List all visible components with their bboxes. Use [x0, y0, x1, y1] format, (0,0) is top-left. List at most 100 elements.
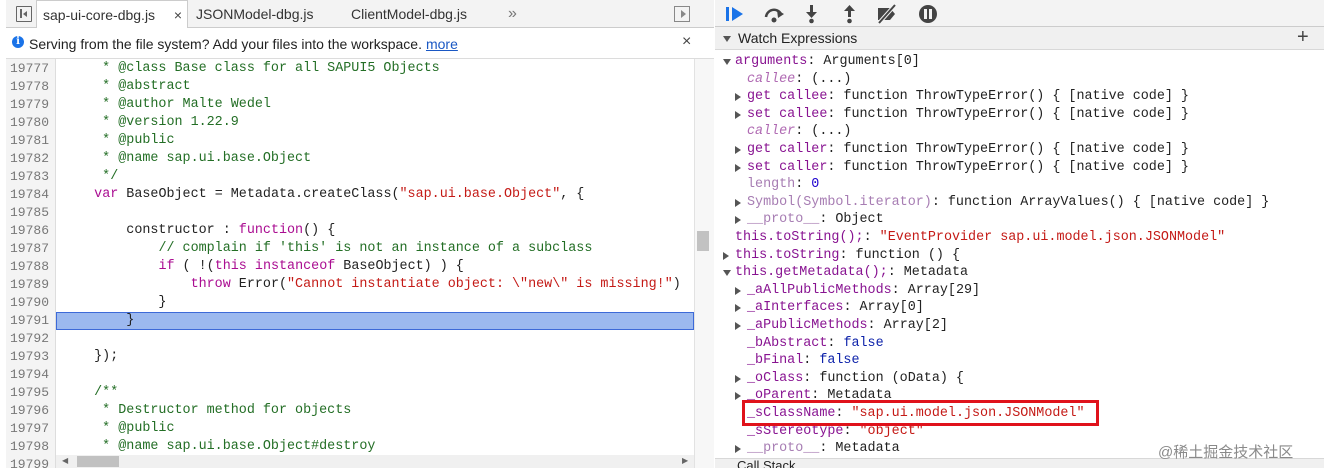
collapsed-triangle-icon[interactable]	[735, 110, 741, 119]
step-into-icon[interactable]	[804, 4, 820, 24]
pause-on-exceptions-icon[interactable]	[918, 4, 938, 24]
code-line[interactable]: 19784 var BaseObject = Metadata.createCl…	[6, 186, 694, 204]
line-number[interactable]: 19791	[10, 312, 58, 330]
code-line[interactable]: 19777 * @class Base class for all SAPUI5…	[6, 60, 694, 78]
code-line[interactable]: 19797 * @public	[6, 420, 694, 438]
watch-tree-item[interactable]: _oClass: function (oData) {	[715, 370, 1324, 388]
collapsed-triangle-icon[interactable]	[735, 392, 741, 401]
collapsed-triangle-icon[interactable]	[735, 286, 741, 295]
watch-tree-item[interactable]: _aPublicMethods: Array[2]	[715, 317, 1324, 335]
resume-icon[interactable]	[725, 5, 747, 23]
horizontal-scroll-thumb[interactable]	[77, 456, 119, 467]
watch-tree-item[interactable]: caller: (...)	[715, 123, 1324, 141]
line-number[interactable]: 19781	[10, 132, 58, 150]
code-line[interactable]: 19782 * @name sap.ui.base.Object	[6, 150, 694, 168]
code-line[interactable]: 19796 * Destructor method for objects	[6, 402, 694, 420]
line-number[interactable]: 19797	[10, 420, 58, 438]
line-number[interactable]: 19783	[10, 168, 58, 186]
code-line[interactable]: 19785	[6, 204, 694, 222]
collapse-triangle-icon[interactable]	[723, 36, 731, 42]
line-number[interactable]: 19794	[10, 366, 58, 384]
collapsed-triangle-icon[interactable]	[735, 374, 741, 383]
collapsed-triangle-icon[interactable]	[735, 216, 741, 225]
code-line[interactable]: 19783 */	[6, 168, 694, 186]
line-number[interactable]: 19777	[10, 60, 58, 78]
line-number[interactable]: 19793	[10, 348, 58, 366]
tab-jsonmodel-dbg[interactable]: JSONModel-dbg.js	[196, 0, 314, 28]
line-number[interactable]: 19787	[10, 240, 58, 258]
close-icon[interactable]: ×	[682, 33, 691, 51]
line-number[interactable]: 19784	[10, 186, 58, 204]
code-line[interactable]: 19786 constructor : function() {	[6, 222, 694, 240]
more-link[interactable]: more	[426, 36, 458, 52]
scroll-left-icon[interactable]: ◀	[62, 456, 68, 465]
watch-tree-item[interactable]: _aAllPublicMethods: Array[29]	[715, 282, 1324, 300]
watch-tree-item[interactable]: set callee: function ThrowTypeError() { …	[715, 106, 1324, 124]
watch-tree-item[interactable]: _aInterfaces: Array[0]	[715, 299, 1324, 317]
watch-tree-item[interactable]: set caller: function ThrowTypeError() { …	[715, 159, 1324, 177]
line-number[interactable]: 19778	[10, 78, 58, 96]
collapsed-triangle-icon[interactable]	[735, 198, 741, 207]
code-line[interactable]: 19781 * @public	[6, 132, 694, 150]
watch-tree-item[interactable]: get caller: function ThrowTypeError() { …	[715, 141, 1324, 159]
code-area[interactable]: 19777 * @class Base class for all SAPUI5…	[6, 59, 694, 468]
code-line[interactable]: 19788 if ( !(this instanceof BaseObject)…	[6, 258, 694, 276]
watch-tree-item[interactable]: callee: (...)	[715, 71, 1324, 89]
collapsed-triangle-icon[interactable]	[735, 163, 741, 172]
line-number[interactable]: 19795	[10, 384, 58, 402]
line-number[interactable]: 19785	[10, 204, 58, 222]
line-number[interactable]: 19782	[10, 150, 58, 168]
collapsed-triangle-icon[interactable]	[735, 93, 741, 102]
collapsed-triangle-icon[interactable]	[735, 322, 741, 330]
expanded-triangle-icon[interactable]	[723, 59, 731, 65]
tab-clientmodel-dbg[interactable]: ClientModel-dbg.js	[351, 0, 467, 28]
toggle-navigator-icon[interactable]	[16, 6, 32, 22]
watch-tree-item[interactable]: arguments: Arguments[0]	[715, 53, 1324, 71]
watch-tree-item[interactable]: Symbol(Symbol.iterator): function ArrayV…	[715, 194, 1324, 212]
deactivate-breakpoints-icon[interactable]	[875, 4, 899, 24]
close-icon[interactable]: ×	[174, 1, 182, 29]
code-line[interactable]: 19789 throw Error("Cannot instantiate ob…	[6, 276, 694, 294]
collapsed-triangle-icon[interactable]	[735, 304, 741, 313]
line-number[interactable]: 19799	[10, 456, 58, 468]
code-line[interactable]: 19792	[6, 330, 694, 348]
expanded-triangle-icon[interactable]	[723, 270, 731, 277]
watch-tree-item[interactable]: __proto__: Object	[715, 211, 1324, 229]
line-number[interactable]: 19790	[10, 294, 58, 312]
line-number[interactable]: 19798	[10, 438, 58, 456]
step-out-icon[interactable]	[842, 4, 858, 24]
code-line[interactable]: 19793 });	[6, 348, 694, 366]
horizontal-scrollbar[interactable]	[56, 455, 694, 468]
collapsed-triangle-icon[interactable]	[735, 445, 741, 454]
code-line[interactable]: 19795 /**	[6, 384, 694, 402]
collapsed-triangle-icon[interactable]	[723, 251, 729, 260]
watch-tree-item[interactable]: get callee: function ThrowTypeError() { …	[715, 88, 1324, 106]
tab-sap-ui-core-dbg[interactable]: sap-ui-core-dbg.js ×	[36, 0, 188, 28]
code-line[interactable]: 19794	[6, 366, 694, 384]
code-line[interactable]: 19779 * @author Malte Wedel	[6, 96, 694, 114]
line-number[interactable]: 19779	[10, 96, 58, 114]
line-number[interactable]: 19780	[10, 114, 58, 132]
scroll-right-icon[interactable]: ▶	[682, 456, 688, 465]
add-expression-icon[interactable]: +	[1297, 26, 1309, 49]
line-number[interactable]: 19789	[10, 276, 58, 294]
code-line[interactable]: 19787 // complain if 'this' is not an in…	[6, 240, 694, 258]
code-line[interactable]: 19778 * @abstract	[6, 78, 694, 96]
code-line-highlighted[interactable]: 19791 }	[6, 312, 694, 330]
watch-tree-item[interactable]: this.toString: function () {	[715, 247, 1324, 265]
tabs-overflow-icon[interactable]: »	[508, 0, 517, 28]
step-over-icon[interactable]	[763, 5, 785, 23]
watch-tree-item[interactable]: _bFinal: false	[715, 352, 1324, 370]
line-number[interactable]: 19788	[10, 258, 58, 276]
watch-tree-item[interactable]: this.getMetadata();: Metadata	[715, 264, 1324, 282]
watch-tree-item[interactable]: this.toString();: "EventProvider sap.ui.…	[715, 229, 1324, 247]
line-number[interactable]: 19792	[10, 330, 58, 348]
toggle-debugger-icon[interactable]	[674, 6, 690, 22]
watch-tree-item[interactable]: length: 0	[715, 176, 1324, 194]
code-line[interactable]: 19798 * @name sap.ui.base.Object#destroy	[6, 438, 694, 456]
code-line[interactable]: 19790 }	[6, 294, 694, 312]
line-number[interactable]: 19796	[10, 402, 58, 420]
vertical-scroll-thumb[interactable]	[697, 231, 709, 251]
vertical-scrollbar[interactable]	[694, 59, 714, 468]
collapsed-triangle-icon[interactable]	[735, 146, 741, 154]
